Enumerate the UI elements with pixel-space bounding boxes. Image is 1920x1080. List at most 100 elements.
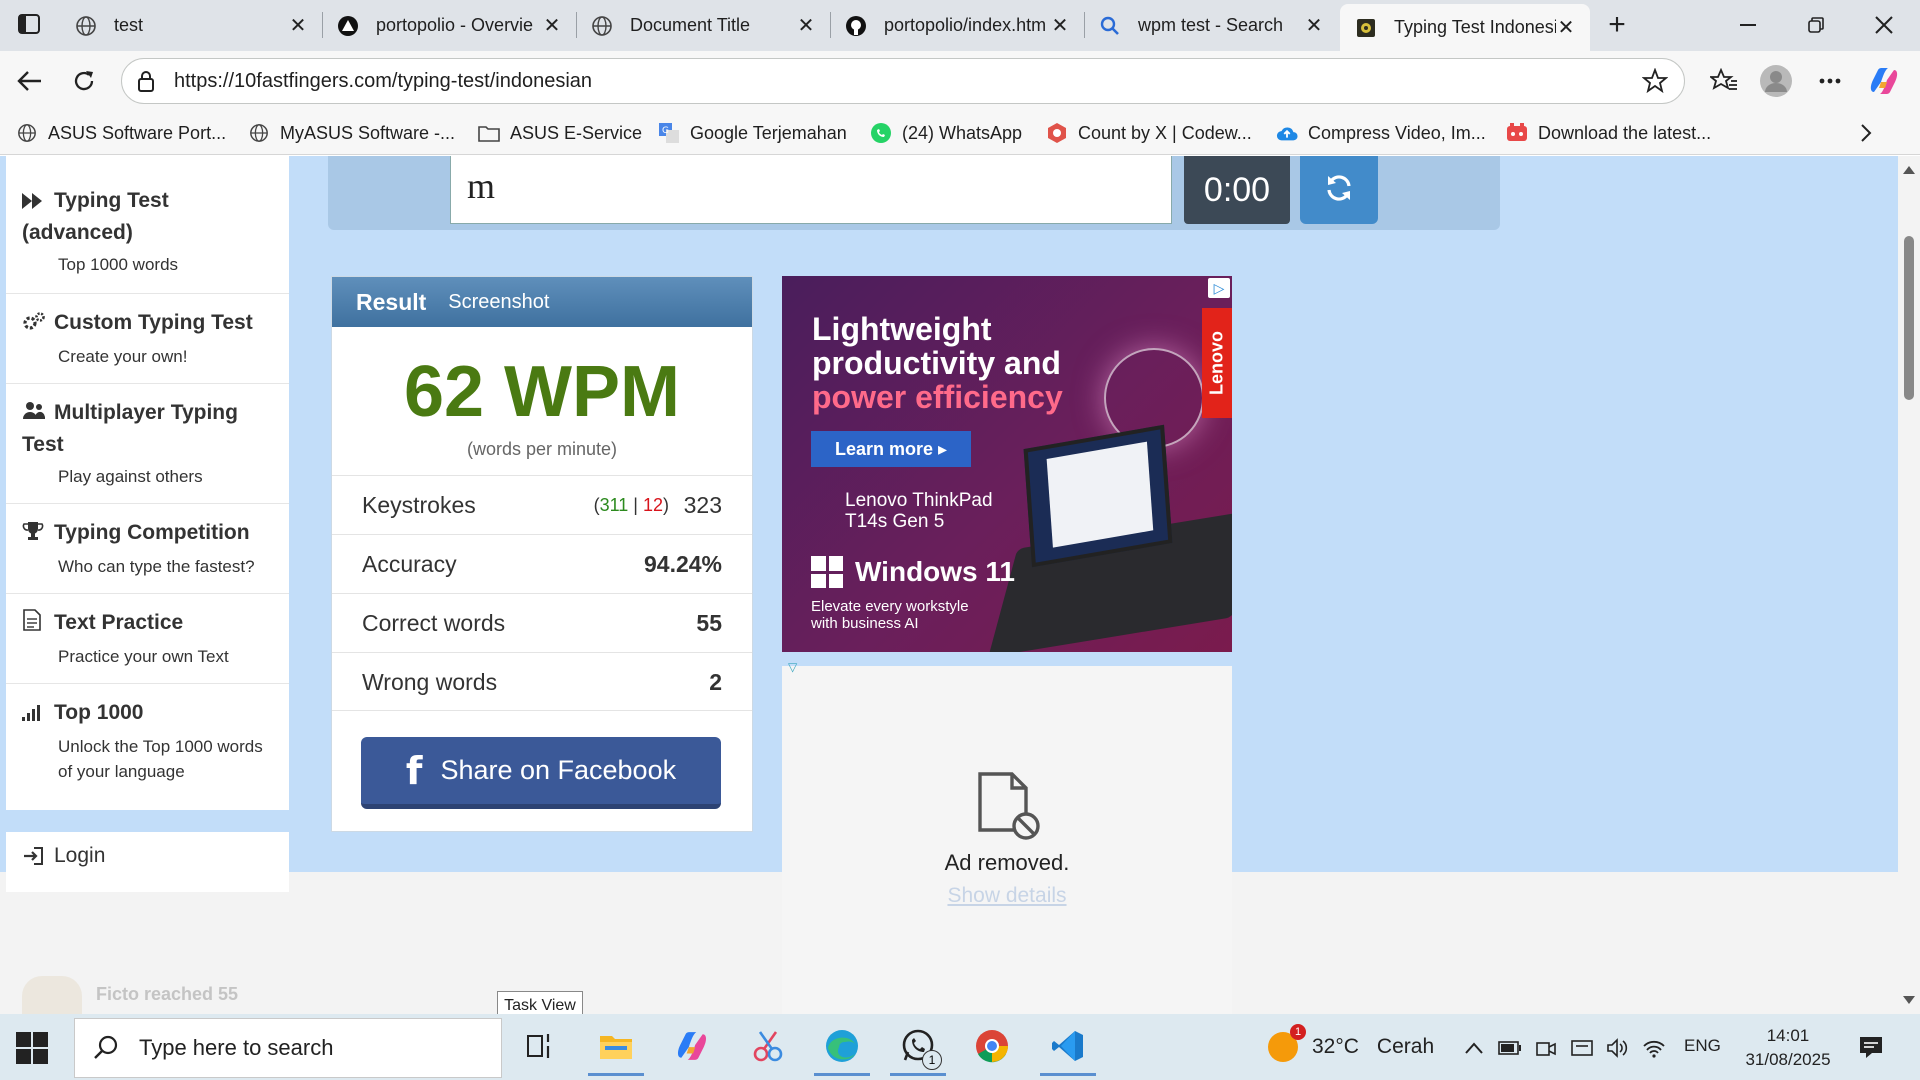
show-details-link[interactable]: Show details bbox=[782, 884, 1232, 908]
sidebar-item-subtitle: Top 1000 words bbox=[58, 255, 179, 274]
share-facebook-button[interactable]: f Share on Facebook bbox=[361, 737, 721, 809]
network-status-icon[interactable] bbox=[1570, 1036, 1594, 1060]
wpm-value: 62 WPM bbox=[403, 352, 681, 432]
more-options-icon[interactable] bbox=[1812, 63, 1848, 99]
tab-wpm-test-search[interactable]: wpm test - Search ✕ bbox=[1084, 4, 1338, 47]
sidebar-item-top-1000[interactable]: Top 1000 Unlock the Top 1000 words of yo… bbox=[6, 684, 289, 810]
bookmark-label: Google Terjemahan bbox=[690, 122, 847, 143]
whatsapp-icon bbox=[870, 122, 892, 144]
close-icon[interactable]: ✕ bbox=[542, 15, 562, 37]
10fastfingers-icon bbox=[1354, 16, 1378, 40]
restore-button[interactable] bbox=[1786, 6, 1846, 44]
sidebar-toggle-button[interactable] bbox=[14, 11, 44, 37]
system-clock[interactable]: 14:01 31/08/2025 bbox=[1734, 1024, 1842, 1072]
result-tab[interactable]: Result bbox=[356, 289, 426, 316]
whatsapp-app[interactable]: 1 bbox=[886, 1020, 950, 1076]
correct-words-row: Correct words 55 bbox=[332, 593, 752, 652]
accuracy-row: Accuracy 94.24% bbox=[332, 534, 752, 593]
scroll-up-icon[interactable] bbox=[1903, 166, 1915, 174]
close-icon[interactable]: ✕ bbox=[288, 15, 308, 37]
battery-icon[interactable] bbox=[1498, 1036, 1522, 1060]
notification-badge: 1 bbox=[922, 1050, 942, 1070]
wifi-icon[interactable] bbox=[1642, 1036, 1666, 1060]
input-language[interactable]: ENG bbox=[1684, 1036, 1721, 1056]
taskbar-search-box[interactable]: Type here to search bbox=[74, 1018, 502, 1078]
scroll-down-icon[interactable] bbox=[1903, 996, 1915, 1004]
word-input[interactable]: m bbox=[450, 156, 1172, 224]
advertisement-banner[interactable]: Lightweight productivity and power effic… bbox=[782, 276, 1232, 652]
copilot-icon[interactable] bbox=[1866, 63, 1902, 99]
sidebar-item-custom-typing-test[interactable]: Custom Typing Test Create your own! bbox=[6, 294, 289, 384]
tab-github-portopolio[interactable]: portopolio/index.htm ✕ bbox=[830, 4, 1084, 47]
folder-icon bbox=[478, 122, 500, 144]
refresh-button[interactable] bbox=[66, 63, 102, 99]
camera-icon[interactable] bbox=[1534, 1036, 1558, 1060]
sidebar-item-typing-test-advanced[interactable]: Typing Test (advanced) Top 1000 words bbox=[6, 156, 289, 294]
back-button[interactable] bbox=[12, 63, 48, 99]
laptop-screen-image bbox=[1023, 424, 1173, 568]
close-icon[interactable]: ✕ bbox=[1304, 15, 1324, 37]
sidebar-item-multiplayer-typing-test[interactable]: Multiplayer Typing Test Play against oth… bbox=[6, 384, 289, 504]
address-bar[interactable]: https://10fastfingers.com/typing-test/in… bbox=[121, 58, 1685, 104]
bookmark-asus-software-portal[interactable]: ASUS Software Port... bbox=[16, 119, 226, 147]
sidebar-item-text-practice[interactable]: Text Practice Practice your own Text bbox=[6, 594, 289, 684]
document-icon bbox=[22, 609, 46, 640]
close-icon[interactable]: ✕ bbox=[796, 15, 816, 37]
bookmark-asus-e-service[interactable]: ASUS E-Service bbox=[478, 119, 642, 147]
vscode-icon bbox=[1051, 1029, 1085, 1068]
ad-learn-more-button[interactable]: Learn more ▸ bbox=[811, 431, 971, 467]
edge-browser-app[interactable] bbox=[810, 1020, 874, 1076]
tab-test[interactable]: test ✕ bbox=[60, 4, 322, 47]
start-button[interactable] bbox=[16, 1032, 48, 1064]
vercel-icon bbox=[336, 14, 360, 38]
weather-widget[interactable]: 1 32°C Cerah bbox=[1268, 1024, 1434, 1062]
bookmark-google-translate[interactable]: G Google Terjemahan bbox=[658, 119, 847, 147]
screenshot-tab[interactable]: Screenshot bbox=[448, 291, 549, 314]
weather-temperature: 32°C bbox=[1312, 1035, 1359, 1058]
scrollbar-thumb[interactable] bbox=[1904, 236, 1914, 400]
bookmark-myasus-software[interactable]: MyASUS Software -... bbox=[248, 119, 455, 147]
browser-toolbar: https://10fastfingers.com/typing-test/in… bbox=[0, 51, 1920, 111]
favorite-star-icon[interactable] bbox=[1640, 66, 1670, 96]
favorites-icon[interactable] bbox=[1706, 63, 1742, 99]
bookmark-label: (24) WhatsApp bbox=[902, 122, 1023, 143]
close-icon[interactable]: ✕ bbox=[1050, 15, 1070, 37]
bookmark-download-latest[interactable]: Download the latest... bbox=[1506, 119, 1711, 147]
windows-taskbar: Type here to search 1 1 32°C Cerah ENG 1… bbox=[0, 1014, 1920, 1080]
lock-icon[interactable] bbox=[134, 69, 158, 93]
vertical-scrollbar[interactable] bbox=[1898, 156, 1920, 1014]
chrome-app[interactable] bbox=[960, 1020, 1024, 1076]
copilot-app[interactable] bbox=[660, 1020, 724, 1076]
sidebar-item-typing-competition[interactable]: Typing Competition Who can type the fast… bbox=[6, 504, 289, 594]
new-tab-button[interactable]: + bbox=[1600, 8, 1634, 42]
url-text[interactable]: https://10fastfingers.com/typing-test/in… bbox=[174, 70, 1640, 93]
reload-button[interactable] bbox=[1300, 156, 1378, 224]
minimize-button[interactable] bbox=[1718, 6, 1778, 44]
bookmark-label: ASUS Software Port... bbox=[48, 122, 227, 143]
sidebar-item-subtitle: Practice your own Text bbox=[58, 647, 229, 666]
profile-avatar[interactable] bbox=[1758, 63, 1794, 99]
chevron-right-icon[interactable] bbox=[1854, 121, 1878, 145]
typing-input-row: m 0:00 bbox=[328, 156, 1500, 230]
bookmark-codewars[interactable]: Count by X | Codew... bbox=[1046, 119, 1252, 147]
tab-portopolio-overview[interactable]: portopolio - Overvie ✕ bbox=[322, 4, 576, 47]
volume-icon[interactable] bbox=[1606, 1036, 1630, 1060]
bookmark-compress-video[interactable]: Compress Video, Im... bbox=[1276, 119, 1486, 147]
notification-center-icon[interactable] bbox=[1858, 1034, 1884, 1060]
chevron-up-icon[interactable] bbox=[1462, 1036, 1486, 1060]
adchoices-icon[interactable]: ▷ bbox=[1208, 278, 1230, 298]
task-view-button[interactable] bbox=[508, 1020, 572, 1076]
login-link[interactable]: Login bbox=[6, 832, 289, 892]
vscode-app[interactable] bbox=[1036, 1020, 1100, 1076]
trophy-icon bbox=[22, 520, 46, 550]
sign-in-icon bbox=[22, 846, 46, 866]
snipping-tool-app[interactable] bbox=[736, 1020, 800, 1076]
tab-document-title[interactable]: Document Title ✕ bbox=[576, 4, 830, 47]
keystrokes-label: Keystrokes bbox=[362, 492, 476, 518]
close-window-button[interactable] bbox=[1854, 6, 1914, 44]
close-icon[interactable]: ✕ bbox=[1556, 17, 1576, 39]
file-explorer-app[interactable] bbox=[584, 1020, 648, 1076]
bookmark-whatsapp[interactable]: (24) WhatsApp bbox=[870, 119, 1022, 147]
ad-os-label: Windows 11 bbox=[855, 556, 1016, 587]
tab-typing-test-indonesian[interactable]: Typing Test Indonesi ✕ bbox=[1340, 4, 1590, 51]
